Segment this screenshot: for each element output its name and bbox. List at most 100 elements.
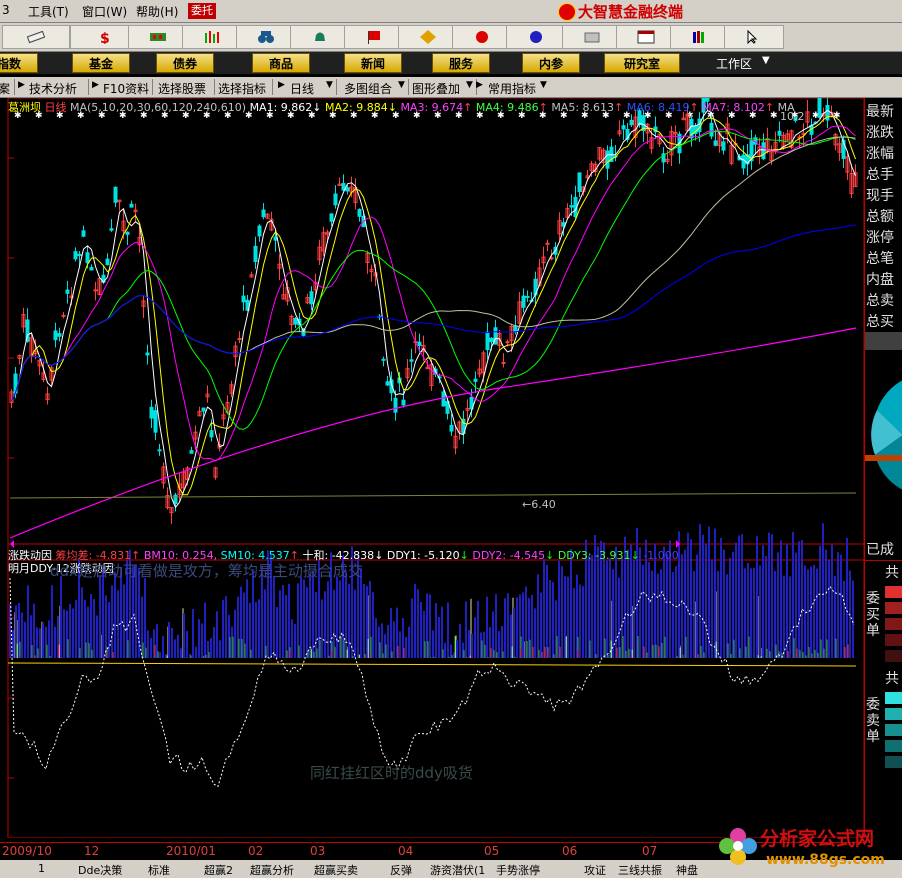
dropdown-icon[interactable]: ▼ — [326, 80, 333, 90]
menu-tools[interactable]: 工具(T) — [28, 3, 69, 20]
divider — [408, 79, 409, 95]
candle-body — [505, 341, 510, 344]
candle-body — [741, 154, 746, 169]
nav-service[interactable]: 服务 — [432, 53, 490, 73]
nav-research[interactable]: 研究室 — [604, 53, 680, 73]
candle-body — [241, 295, 246, 303]
lightning-icon — [476, 31, 488, 43]
nav-fund[interactable]: 基金 — [72, 53, 130, 73]
formula-tab[interactable]: 超赢分析 — [250, 862, 294, 878]
site-watermark: 分析家公式网 www.88gs.com — [714, 822, 900, 876]
rp-trades: 总笔 — [866, 251, 894, 267]
candle-body — [329, 213, 334, 222]
menu-window[interactable]: 窗口(W) — [82, 3, 127, 20]
alarm-button[interactable] — [290, 25, 350, 49]
tab-overlay[interactable]: 图形叠加 — [412, 80, 460, 97]
candle-body — [489, 337, 494, 343]
cursor-help-button[interactable] — [724, 25, 784, 49]
ma2-value: MA2: 9.884 — [325, 101, 388, 114]
svg-text:$: $ — [100, 31, 110, 44]
chart-type-button[interactable] — [128, 25, 188, 49]
sec-arrow-icon[interactable]: ▶ — [476, 80, 483, 90]
x-tick: 04 — [398, 844, 414, 858]
candle-body — [761, 142, 766, 160]
tab-f10[interactable]: F10资料 — [103, 80, 149, 97]
bell-icon — [315, 32, 325, 41]
formula-tab[interactable]: 反弹 — [390, 862, 412, 878]
tab-select-indicator[interactable]: 选择指标 — [218, 80, 266, 97]
period-label: 日线 — [44, 101, 67, 114]
nav-insider[interactable]: 内参 — [522, 53, 580, 73]
rp-inner: 内盘 — [866, 272, 894, 288]
rp-done: 已成 — [866, 542, 894, 558]
sec-arrow-icon[interactable]: ▶ — [92, 80, 99, 90]
books-button[interactable] — [670, 25, 730, 49]
nav-index[interactable]: 指数 — [0, 53, 38, 73]
weituo-button[interactable]: 委托 — [188, 3, 216, 19]
formula-tab[interactable]: 超赢买卖 — [314, 862, 358, 878]
window-icon — [637, 30, 655, 44]
tab-daily[interactable]: 日线 — [290, 80, 314, 97]
dropdown-icon[interactable]: ▼ — [540, 80, 547, 90]
candle-body — [89, 267, 94, 271]
divider — [14, 79, 15, 95]
workspace-menu[interactable]: 工作区 — [716, 55, 752, 72]
dropdown-icon[interactable]: ▼ — [466, 80, 473, 90]
candle-body — [61, 314, 66, 317]
candle-body — [105, 258, 110, 266]
extra-value: -1.000 — [643, 549, 679, 562]
binoculars-button[interactable] — [236, 25, 296, 49]
message-icon — [584, 32, 600, 43]
formula-tab[interactable]: 攻证 — [584, 862, 606, 878]
menu-help[interactable]: 帮助(H) — [136, 3, 178, 20]
lightning-button[interactable] — [452, 25, 512, 49]
tab-select-stock[interactable]: 选择股票 — [158, 80, 206, 97]
candle-body — [713, 140, 718, 146]
sec-arrow-icon[interactable]: ▶ — [278, 80, 285, 90]
formula-tab[interactable]: 手势涨停 — [496, 862, 540, 878]
candle-body — [261, 209, 266, 218]
candle-body — [605, 150, 610, 169]
candle-body — [357, 208, 362, 217]
icon-toolbar: $ — [0, 23, 902, 52]
zero-line — [7, 662, 857, 667]
formula-tab[interactable]: 游资潜伏(1 — [430, 862, 485, 878]
candle-body — [257, 225, 262, 237]
tab-common-indicator[interactable]: 常用指标 — [488, 80, 536, 97]
candle-body — [569, 205, 574, 208]
ma-params: MA(5,10,20,30,60,120,240,610) — [70, 101, 247, 114]
formula-tab[interactable]: 1 — [38, 862, 45, 875]
flag-button[interactable] — [344, 25, 404, 49]
formula-tab[interactable]: 三线共振 — [618, 862, 662, 878]
window-button[interactable] — [616, 25, 676, 49]
formula-tab[interactable]: Dde决策 — [78, 862, 122, 878]
kline-chart[interactable]: ✱ ✱ ✱ ✱ ✱ ✱ ✱ ✱ ✱ ✱ ✱ ✱ ✱ ✱ ✱ ✱ ✱ ✱ ✱ ✱ ✱ ✱ ✱ ✱ ✱ ✱ ✱ ✱ ✱ ✱ ✱ ✱ ✱ ✱ ✱ ✱ ✱ ✱ ✱ ✱ — [0, 87, 865, 839]
sec-arrow-icon[interactable]: ▶ — [18, 80, 25, 90]
nav-news[interactable]: 新闻 — [344, 53, 402, 73]
ruler-tool-button[interactable] — [2, 25, 70, 49]
candle-body — [201, 407, 206, 412]
candle-body — [173, 494, 178, 505]
formula-tab[interactable]: 神盘 — [676, 862, 698, 878]
nav-bond[interactable]: 债券 — [156, 53, 214, 73]
nav-commodity[interactable]: 商品 — [252, 53, 310, 73]
tab-technical[interactable]: 技术分析 — [29, 80, 77, 97]
message-button[interactable] — [562, 25, 622, 49]
workspace-dropdown-icon[interactable]: ▼ — [762, 55, 770, 66]
formula-tab[interactable]: 超赢2 — [204, 862, 233, 878]
dropdown-icon[interactable]: ▼ — [398, 80, 405, 90]
candle-body — [189, 450, 194, 454]
formula-tab[interactable]: 标准 — [148, 862, 170, 878]
bars-button[interactable] — [182, 25, 242, 49]
diamond-button[interactable] — [398, 25, 458, 49]
x-tick: 06 — [562, 844, 578, 858]
rp-gray-bar — [865, 332, 902, 350]
tab-multi-chart[interactable]: 多图组合 — [344, 80, 392, 97]
candle-body — [273, 236, 278, 241]
chart-area[interactable]: ✱ ✱ ✱ ✱ ✱ ✱ ✱ ✱ ✱ ✱ ✱ ✱ ✱ ✱ ✱ ✱ ✱ ✱ ✱ ✱ ✱ ✱ ✱ ✱ ✱ ✱ ✱ ✱ ✱ ✱ ✱ ✱ ✱ ✱ ✱ ✱ ✱ ✱ ✱ ✱ — [0, 87, 865, 839]
candle-body — [417, 341, 422, 346]
x-tick: 12 — [84, 844, 100, 858]
candle-body — [721, 141, 726, 151]
candle-body — [381, 358, 386, 361]
circle-button[interactable] — [506, 25, 566, 49]
